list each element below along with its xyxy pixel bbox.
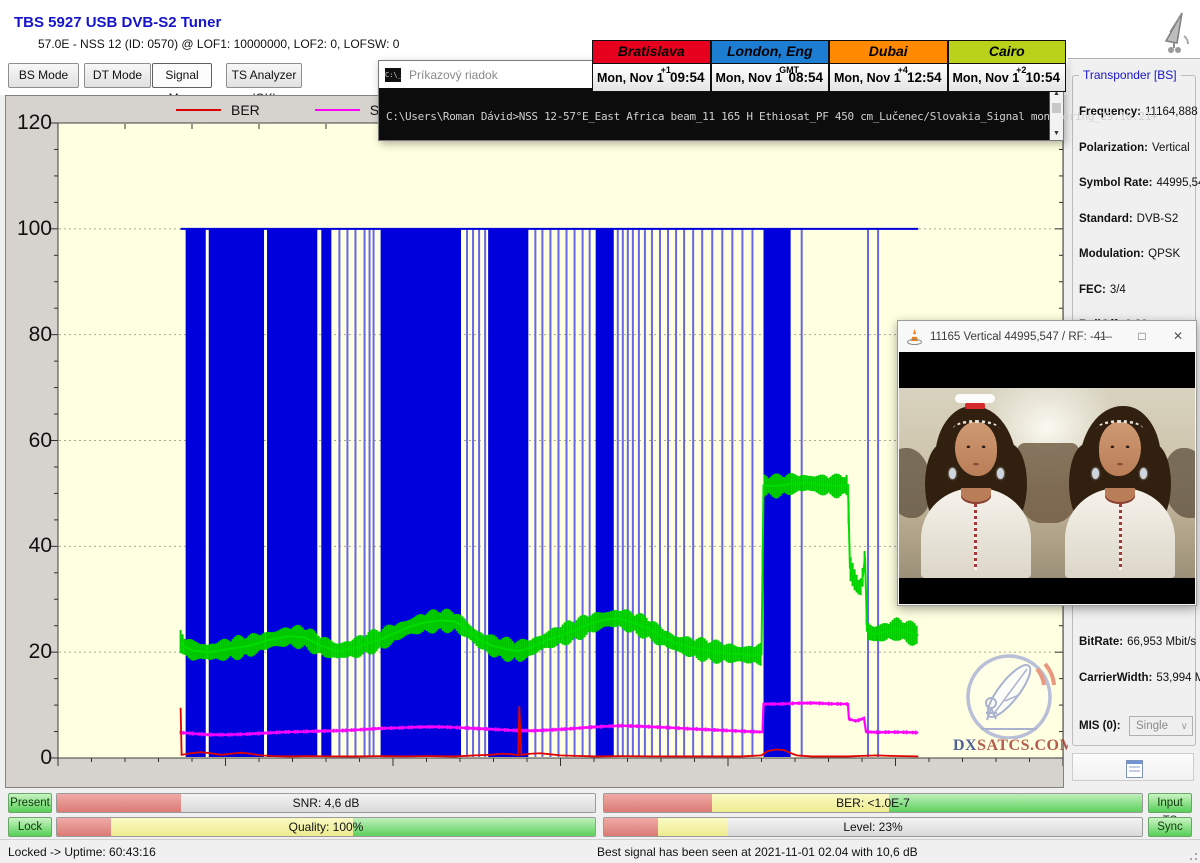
cmd-command-line: C:\Users\Roman Dávid>NSS 12-57°E_East Af… — [386, 110, 1157, 123]
transponder-row: Polarization:Vertical — [1079, 142, 1193, 154]
present-button[interactable]: Present — [8, 793, 52, 813]
y-tick-label: 40 — [6, 534, 52, 558]
clock-london-eng: London, Eng Mon, Nov 1 GMT 08:54 — [711, 40, 830, 92]
clock-city: Bratislava — [592, 40, 711, 64]
report-button[interactable] — [1072, 753, 1194, 781]
transponder-row: Standard:DVB-S2 — [1079, 213, 1193, 225]
dt-mode-button[interactable]: DT Mode — [84, 63, 151, 88]
y-tick-label: 60 — [6, 429, 52, 453]
clock-dubai: Dubai Mon, Nov 1 +4 12:54 — [829, 40, 948, 92]
clock-time: 08:54 — [788, 70, 823, 85]
clock-time-row: Mon, Nov 1 GMT 08:54 — [711, 64, 830, 92]
ber-bar: BER: <1.0E-7 — [603, 793, 1143, 813]
scroll-thumb[interactable] — [1052, 103, 1061, 113]
ber-line-swatch — [176, 109, 221, 111]
clock-time-row: Mon, Nov 1 +1 09:54 — [592, 64, 711, 92]
player-title: 11165 Vertical 44995,547 / RF: -41 SNR: … — [930, 331, 1105, 343]
snr-bar: SNR: 4,6 dB — [56, 793, 596, 813]
y-tick-label: 0 — [6, 746, 52, 770]
status-bar: Locked -> Uptime: 60:43:16 Best signal h… — [0, 839, 1200, 863]
cmd-body: C:\Users\Roman Dávid>NSS 12-57°E_East Af… — [379, 88, 1063, 140]
transponder-title: Transponder [BS] — [1079, 68, 1181, 82]
world-clocks: Bratislava Mon, Nov 1 +1 09:54London, En… — [592, 40, 1066, 92]
mis-dropdown[interactable]: Single∨ — [1129, 716, 1193, 736]
transponder-row: FEC:3/4 — [1079, 284, 1193, 296]
video-player-window: 11165 Vertical 44995,547 / RF: -41 SNR: … — [897, 320, 1197, 606]
clock-date: Mon, Nov 1 — [834, 71, 901, 85]
ts-analyzer-button[interactable]: TS Analyzer (OK) — [226, 63, 302, 88]
level-bar: Level: 23% — [603, 817, 1143, 837]
app-window: TBS 5927 USB DVB-S2 Tuner 57.0E - NSS 12… — [0, 0, 1200, 863]
y-tick-label: 100 — [6, 217, 52, 241]
transponder-row: CarrierWidth:53,994 MHz — [1079, 672, 1193, 684]
clock-date: Mon, Nov 1 — [597, 71, 664, 85]
legend-item-ber: BER — [176, 102, 260, 118]
signal-mon-button[interactable]: Signal Mon. — [152, 63, 212, 88]
input-ts-button[interactable]: Input TS — [1148, 793, 1192, 813]
vlc-icon — [907, 329, 922, 345]
app-title: TBS 5927 USB DVB-S2 Tuner — [14, 14, 221, 31]
transponder-row: BitRate:66,953 Mbit/s — [1079, 636, 1193, 648]
person-right-mirrored — [1065, 406, 1175, 578]
channel-logo — [955, 394, 995, 408]
clock-time: 09:54 — [670, 70, 705, 85]
minimize-button[interactable]: — — [1088, 321, 1124, 352]
cmd-icon: C:\_ — [385, 68, 401, 82]
maximize-button[interactable]: □ — [1124, 321, 1160, 352]
clock-time-row: Mon, Nov 1 +2 10:54 — [948, 64, 1067, 92]
clock-bratislava: Bratislava Mon, Nov 1 +1 09:54 — [592, 40, 711, 92]
y-tick-label: 20 — [6, 640, 52, 664]
clock-time-row: Mon, Nov 1 +4 12:54 — [829, 64, 948, 92]
report-icon — [1126, 760, 1143, 778]
sync-ts-button[interactable]: Sync TS — [1148, 817, 1192, 837]
clock-city: Dubai — [829, 40, 948, 64]
video-frame — [899, 388, 1195, 578]
scroll-down-icon[interactable]: ▼ — [1050, 128, 1063, 140]
cmd-title: Príkazový riadok — [409, 68, 498, 82]
snr-line-swatch — [315, 109, 360, 111]
chevron-down-icon: ∨ — [1181, 717, 1188, 736]
y-tick-label: 80 — [6, 323, 52, 347]
clock-date: Mon, Nov 1 — [953, 71, 1020, 85]
bs-mode-button[interactable]: BS Mode — [8, 63, 79, 88]
clock-cairo: Cairo Mon, Nov 1 +2 10:54 — [948, 40, 1067, 92]
cmd-scrollbar[interactable]: ▲ ▼ — [1049, 88, 1063, 140]
clock-time: 12:54 — [907, 70, 942, 85]
resize-grip[interactable] — [1186, 849, 1198, 861]
player-titlebar[interactable]: 11165 Vertical 44995,547 / RF: -41 SNR: … — [898, 321, 1196, 352]
satellite-dish-icon — [1152, 10, 1196, 56]
clock-city: London, Eng — [711, 40, 830, 64]
clock-date: Mon, Nov 1 — [716, 71, 783, 85]
best-signal-text: Best signal has been seen at 2021-11-01 … — [597, 845, 918, 859]
y-tick-label: 120 — [6, 111, 52, 135]
person-left — [921, 406, 1031, 578]
clock-time: 10:54 — [1025, 70, 1060, 85]
clock-city: Cairo — [948, 40, 1067, 64]
lock-status-text: Locked -> Uptime: 60:43:16 — [8, 845, 156, 859]
lock-button[interactable]: Lock — [8, 817, 52, 837]
quality-bar: Quality: 100% — [56, 817, 596, 837]
transponder-row: Modulation:QPSK — [1079, 248, 1193, 260]
video-content[interactable] — [899, 352, 1195, 604]
mis-label: MIS (0): — [1079, 720, 1121, 732]
tuner-subtitle: 57.0E - NSS 12 (ID: 0570) @ LOF1: 100000… — [38, 37, 399, 51]
transponder-row: Symbol Rate:44995,547 KS/s — [1079, 177, 1193, 189]
close-button[interactable]: ✕ — [1160, 321, 1196, 352]
